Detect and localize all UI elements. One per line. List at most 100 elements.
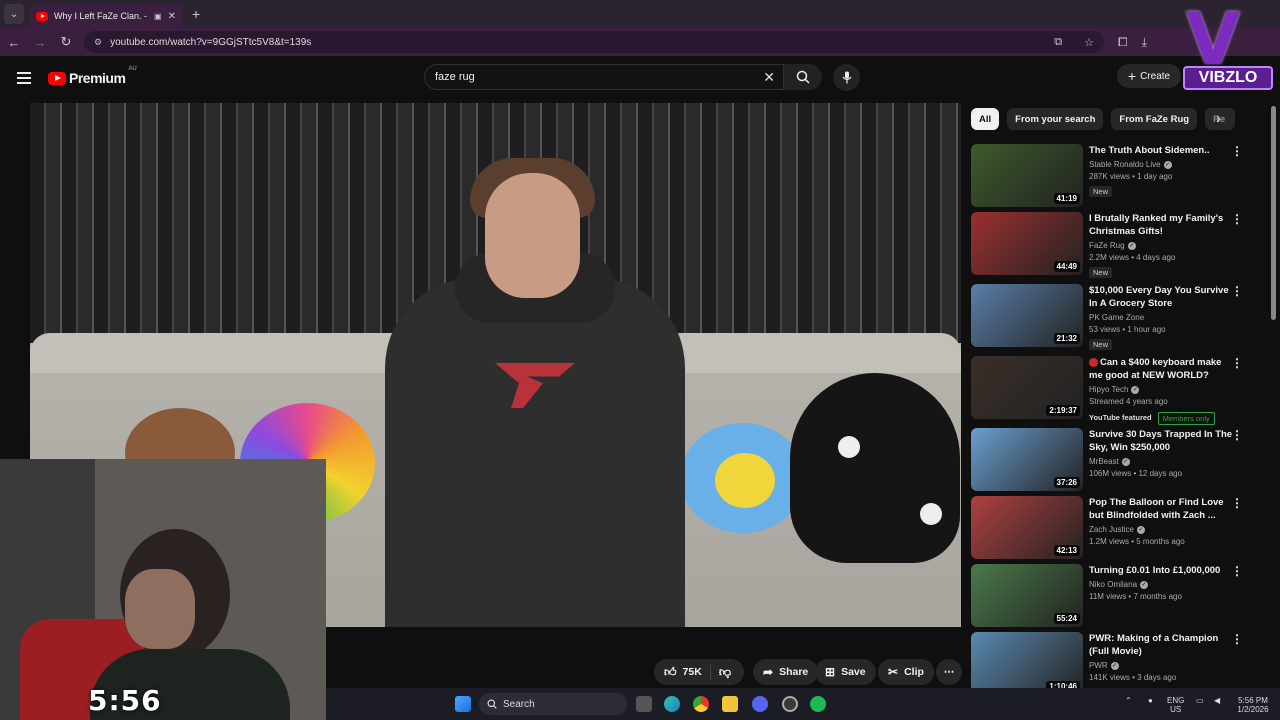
- video-thumbnail[interactable]: 41:19: [971, 144, 1083, 207]
- download-icon[interactable]: ⤓: [1142, 35, 1147, 50]
- channel-name[interactable]: FaZe Rug ✓: [1089, 241, 1234, 250]
- video-title-text: Can a $400 keyboard make me good at NEW …: [1089, 357, 1222, 381]
- more-vertical-icon[interactable]: ⋮: [1231, 284, 1243, 298]
- browser-tab[interactable]: Why I Left FaZe Clan. - YouTube ▣ ✕: [30, 4, 182, 28]
- video-title[interactable]: I Brutally Ranked my Family's Christmas …: [1089, 212, 1234, 238]
- network-icon[interactable]: ▭: [1196, 696, 1204, 705]
- channel-name[interactable]: Zach Justice ✓: [1089, 525, 1234, 534]
- site-info-icon[interactable]: ⚙: [94, 37, 102, 48]
- edge-icon[interactable]: [664, 696, 680, 712]
- install-app-icon[interactable]: ⧉: [1054, 36, 1062, 49]
- voice-search-button[interactable]: [833, 64, 860, 91]
- chip-all[interactable]: All: [971, 108, 1000, 130]
- address-bar[interactable]: ⚙ youtube.com/watch?v=9GGjSTtc5V8&t=139s…: [84, 31, 1104, 53]
- create-button[interactable]: + Create: [1117, 64, 1181, 88]
- extensions-icon[interactable]: ⧠: [1118, 35, 1128, 50]
- recommendation-item[interactable]: 2:19:37 Can a $400 keyboard make me good …: [971, 356, 1261, 425]
- bookmark-star-icon[interactable]: ☆: [1084, 36, 1094, 49]
- video-title[interactable]: Survive 30 Days Trapped In The Sky, Win …: [1089, 428, 1234, 454]
- thumbs-down-icon: 👎︎: [718, 664, 731, 679]
- video-title[interactable]: The Truth About Sidemen..: [1089, 144, 1234, 157]
- more-vertical-icon[interactable]: ⋮: [1231, 212, 1243, 226]
- recommendation-item[interactable]: 37:26 Survive 30 Days Trapped In The Sky,…: [971, 428, 1261, 492]
- back-icon[interactable]: ←: [2, 35, 26, 50]
- spotify-icon[interactable]: [810, 696, 826, 712]
- video-title-text: PWR: Making of a Champion (Full Movie): [1089, 633, 1219, 657]
- chevron-right-icon[interactable]: ›: [1216, 110, 1221, 126]
- taskbar-search[interactable]: Search: [479, 693, 627, 715]
- more-vertical-icon[interactable]: ⋮: [1231, 428, 1243, 442]
- recommendation-item[interactable]: 55:24 Turning £0.01 Into £1,000,000 Niko O…: [971, 564, 1261, 628]
- chip-from-search[interactable]: From your search: [1007, 108, 1104, 130]
- search-input[interactable]: faze rug ✕: [424, 64, 784, 90]
- channel-name[interactable]: PWR ✓: [1089, 661, 1234, 670]
- menu-icon[interactable]: [17, 72, 31, 84]
- video-thumbnail[interactable]: 37:26: [971, 428, 1083, 491]
- volume-icon[interactable]: ◀: [1214, 696, 1220, 705]
- tray-overflow-icon[interactable]: ⌃: [1125, 696, 1132, 705]
- chip-from-channel[interactable]: From FaZe Rug: [1111, 108, 1198, 130]
- new-tab-icon[interactable]: +: [192, 6, 200, 22]
- video-person-body: [385, 278, 685, 627]
- recommendation-item[interactable]: 1:10:46 PWR: Making of a Champion (Full M…: [971, 632, 1261, 696]
- file-explorer-icon[interactable]: [722, 696, 738, 712]
- channel-name[interactable]: Stable Ronaldo Live ✓: [1089, 160, 1234, 169]
- video-thumbnail[interactable]: 55:24: [971, 564, 1083, 627]
- clip-button[interactable]: ✂ Clip: [878, 659, 934, 685]
- recommendation-item[interactable]: 21:32 $10,000 Every Day You Survive In A …: [971, 284, 1261, 350]
- recommendation-item[interactable]: 44:49 I Brutally Ranked my Family's Chris…: [971, 212, 1261, 278]
- channel-name[interactable]: Hipyo Tech ✓: [1089, 385, 1234, 394]
- like-button[interactable]: 👍︎ 75K: [654, 664, 711, 680]
- video-thumbnail[interactable]: 44:49: [971, 212, 1083, 275]
- streamer-watermark: V VIBZLO: [1178, 4, 1278, 90]
- video-title[interactable]: $10,000 Every Day You Survive In A Groce…: [1089, 284, 1234, 310]
- dislike-button[interactable]: 👎︎: [711, 665, 731, 680]
- more-vertical-icon[interactable]: ⋮: [1231, 356, 1243, 370]
- view-count: 2.2M views • 4 days ago: [1089, 253, 1176, 262]
- video-title[interactable]: Turning £0.01 Into £1,000,000: [1089, 564, 1234, 577]
- video-title[interactable]: Can a $400 keyboard make me good at NEW …: [1089, 356, 1234, 382]
- country-code: AU: [128, 66, 137, 72]
- task-view-icon[interactable]: [636, 696, 652, 712]
- tab-audio-icon[interactable]: ▣: [154, 12, 162, 21]
- recommendation-item[interactable]: 41:19 The Truth About Sidemen.. Stable Ron…: [971, 144, 1261, 208]
- video-title[interactable]: PWR: Making of a Champion (Full Movie): [1089, 632, 1234, 658]
- share-button[interactable]: ➦ Share: [753, 659, 819, 685]
- recommendation-item[interactable]: 42:13 Pop The Balloon or Find Love but Bl…: [971, 496, 1261, 560]
- save-button[interactable]: ⊞ Save: [815, 659, 876, 685]
- more-vertical-icon[interactable]: ⋮: [1231, 496, 1243, 510]
- search-button[interactable]: [784, 64, 822, 90]
- video-thumbnail[interactable]: 1:10:46: [971, 632, 1083, 695]
- tab-list-icon[interactable]: ⌄: [4, 4, 24, 24]
- more-vertical-icon[interactable]: ⋮: [1231, 632, 1243, 646]
- channel-name[interactable]: PK Game Zone: [1089, 313, 1234, 322]
- microphone-tray-icon[interactable]: ●: [1148, 696, 1153, 705]
- obs-icon[interactable]: [782, 696, 798, 712]
- more-vertical-icon[interactable]: ⋮: [1231, 564, 1243, 578]
- close-tab-icon[interactable]: ✕: [168, 11, 176, 22]
- channel-name-text: PWR: [1089, 661, 1108, 670]
- youtube-logo[interactable]: Premium AU: [48, 66, 137, 86]
- language-indicator[interactable]: ENG US: [1167, 696, 1184, 714]
- clear-search-icon[interactable]: ✕: [763, 69, 775, 86]
- video-thumbnail[interactable]: 21:32: [971, 284, 1083, 347]
- channel-name[interactable]: Niko Omilana ✓: [1089, 580, 1234, 589]
- language-code: ENG: [1167, 696, 1185, 705]
- search-value: faze rug: [435, 71, 475, 83]
- discord-icon[interactable]: [752, 696, 768, 712]
- more-actions-button[interactable]: ⋯: [936, 659, 962, 685]
- reload-icon[interactable]: ↻: [54, 34, 78, 50]
- more-vertical-icon[interactable]: ⋮: [1231, 144, 1243, 158]
- windows-start-icon[interactable]: [455, 696, 471, 712]
- channel-name[interactable]: MrBeast ✓: [1089, 457, 1234, 466]
- video-title[interactable]: Pop The Balloon or Find Love but Blindfo…: [1089, 496, 1234, 522]
- clock[interactable]: 5:56 PM 1/2/2026: [1233, 696, 1273, 714]
- create-label: Create: [1140, 70, 1171, 82]
- forward-icon[interactable]: →: [28, 35, 52, 50]
- sidebar-scrollbar[interactable]: [1271, 106, 1276, 320]
- video-thumbnail[interactable]: 42:13: [971, 496, 1083, 559]
- new-badge: New: [1089, 186, 1113, 197]
- chrome-icon[interactable]: [693, 696, 709, 712]
- video-thumbnail[interactable]: 2:19:37: [971, 356, 1083, 419]
- plus-icon: +: [1127, 68, 1137, 84]
